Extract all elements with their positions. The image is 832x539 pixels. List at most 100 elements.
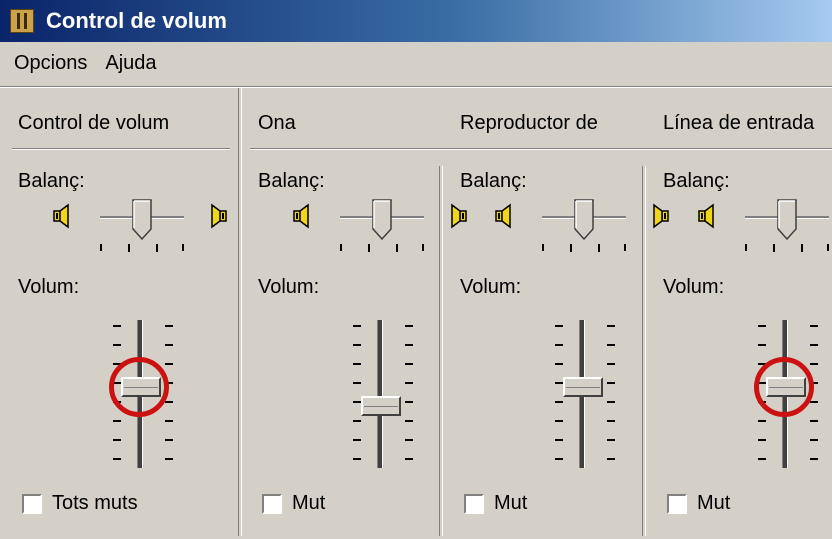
volume-label: Volum: [258, 276, 320, 298]
balance-tick [745, 244, 747, 251]
mute-checkbox[interactable] [667, 494, 687, 514]
balance-tick [598, 244, 600, 252]
speaker-right-icon [648, 203, 670, 234]
balance-slider-thumb[interactable] [574, 199, 594, 246]
volume-tick [810, 325, 818, 327]
volume-tick [607, 382, 615, 384]
volume-tick [165, 401, 173, 403]
column-title: Reproductor de [460, 112, 598, 134]
volume-tick [555, 325, 563, 327]
column-divider [238, 88, 242, 536]
mixer-area [0, 86, 832, 539]
balance-tick [624, 244, 626, 251]
mute-checkbox[interactable] [22, 494, 42, 514]
volume-tick [405, 420, 413, 422]
volume-tick [165, 344, 173, 346]
volume-slider-thumb[interactable] [361, 396, 401, 417]
column-divider [642, 166, 646, 536]
column-title: Ona [258, 112, 296, 134]
balance-label: Balanç: [663, 170, 730, 192]
balance-slider-thumb[interactable] [777, 199, 797, 246]
balance-label: Balanç: [460, 170, 527, 192]
volume-label: Volum: [663, 276, 725, 298]
column-title: Control de volum [18, 112, 170, 134]
volume-tick [353, 325, 361, 327]
volume-tick [810, 439, 818, 441]
menu-ajuda[interactable]: Ajuda [95, 52, 164, 75]
header-rule [12, 148, 230, 150]
balance-tick [827, 244, 829, 251]
volume-tick [810, 420, 818, 422]
volume-tick [607, 458, 615, 460]
menu-bar: Opcions Ajuda [0, 42, 832, 84]
speaker-right-icon [446, 203, 468, 234]
volume-tick [607, 401, 615, 403]
volume-tick [405, 439, 413, 441]
balance-tick [422, 244, 424, 251]
volume-tick [758, 344, 766, 346]
volume-tick [165, 420, 173, 422]
header-rule [250, 148, 832, 150]
balance-label: Balanç: [18, 170, 85, 192]
volume-tick [113, 439, 121, 441]
speaker-right-icon [206, 203, 228, 234]
volume-tick [555, 363, 563, 365]
volume-tick [405, 382, 413, 384]
balance-tick [368, 244, 370, 252]
mute-label: Mut [697, 492, 731, 514]
menu-opcions[interactable]: Opcions [0, 52, 95, 75]
balance-slider-thumb[interactable] [132, 199, 152, 246]
volume-tick [405, 458, 413, 460]
mute-label: Tots muts [52, 492, 138, 514]
volume-tick [405, 344, 413, 346]
highlight-circle [109, 357, 169, 418]
volume-tick [555, 458, 563, 460]
volume-tick [758, 420, 766, 422]
speaker-left-icon [494, 203, 516, 234]
volume-control-icon [10, 9, 34, 33]
volume-track[interactable] [377, 320, 383, 468]
volume-tick [353, 458, 361, 460]
balance-tick [801, 244, 803, 252]
mute-label: Mut [494, 492, 528, 514]
volume-tick [607, 439, 615, 441]
window-title: Control de volum [46, 8, 227, 33]
volume-tick [555, 382, 563, 384]
volume-slider-thumb[interactable] [563, 377, 603, 398]
volume-tick [353, 363, 361, 365]
highlight-circle [754, 357, 814, 418]
mute-checkbox[interactable] [262, 494, 282, 514]
volume-tick [555, 439, 563, 441]
balance-slider-thumb[interactable] [372, 199, 392, 246]
volume-label: Volum: [18, 276, 80, 298]
volume-tick [405, 363, 413, 365]
column-title: Línea de entrada [663, 112, 815, 134]
volume-tick [555, 420, 563, 422]
volume-tick [353, 401, 361, 403]
balance-tick [182, 244, 184, 251]
volume-tick [758, 439, 766, 441]
volume-tick [165, 458, 173, 460]
balance-tick [396, 244, 398, 252]
speaker-left-icon [697, 203, 719, 234]
balance-label: Balanç: [258, 170, 325, 192]
balance-tick [570, 244, 572, 252]
balance-tick [100, 244, 102, 251]
speaker-left-icon [292, 203, 314, 234]
title-bar[interactable]: Control de volum [0, 0, 832, 42]
volume-tick [810, 344, 818, 346]
volume-tick [165, 363, 173, 365]
balance-tick [156, 244, 158, 252]
speaker-left-icon [52, 203, 74, 234]
volume-tick [607, 325, 615, 327]
volume-tick [353, 420, 361, 422]
volume-tick [555, 401, 563, 403]
volume-tick [810, 363, 818, 365]
volume-tick [555, 344, 563, 346]
volume-tick [607, 344, 615, 346]
mute-label: Mut [292, 492, 326, 514]
mute-checkbox[interactable] [464, 494, 484, 514]
volume-tick [405, 325, 413, 327]
volume-tick [810, 401, 818, 403]
volume-tick [353, 344, 361, 346]
